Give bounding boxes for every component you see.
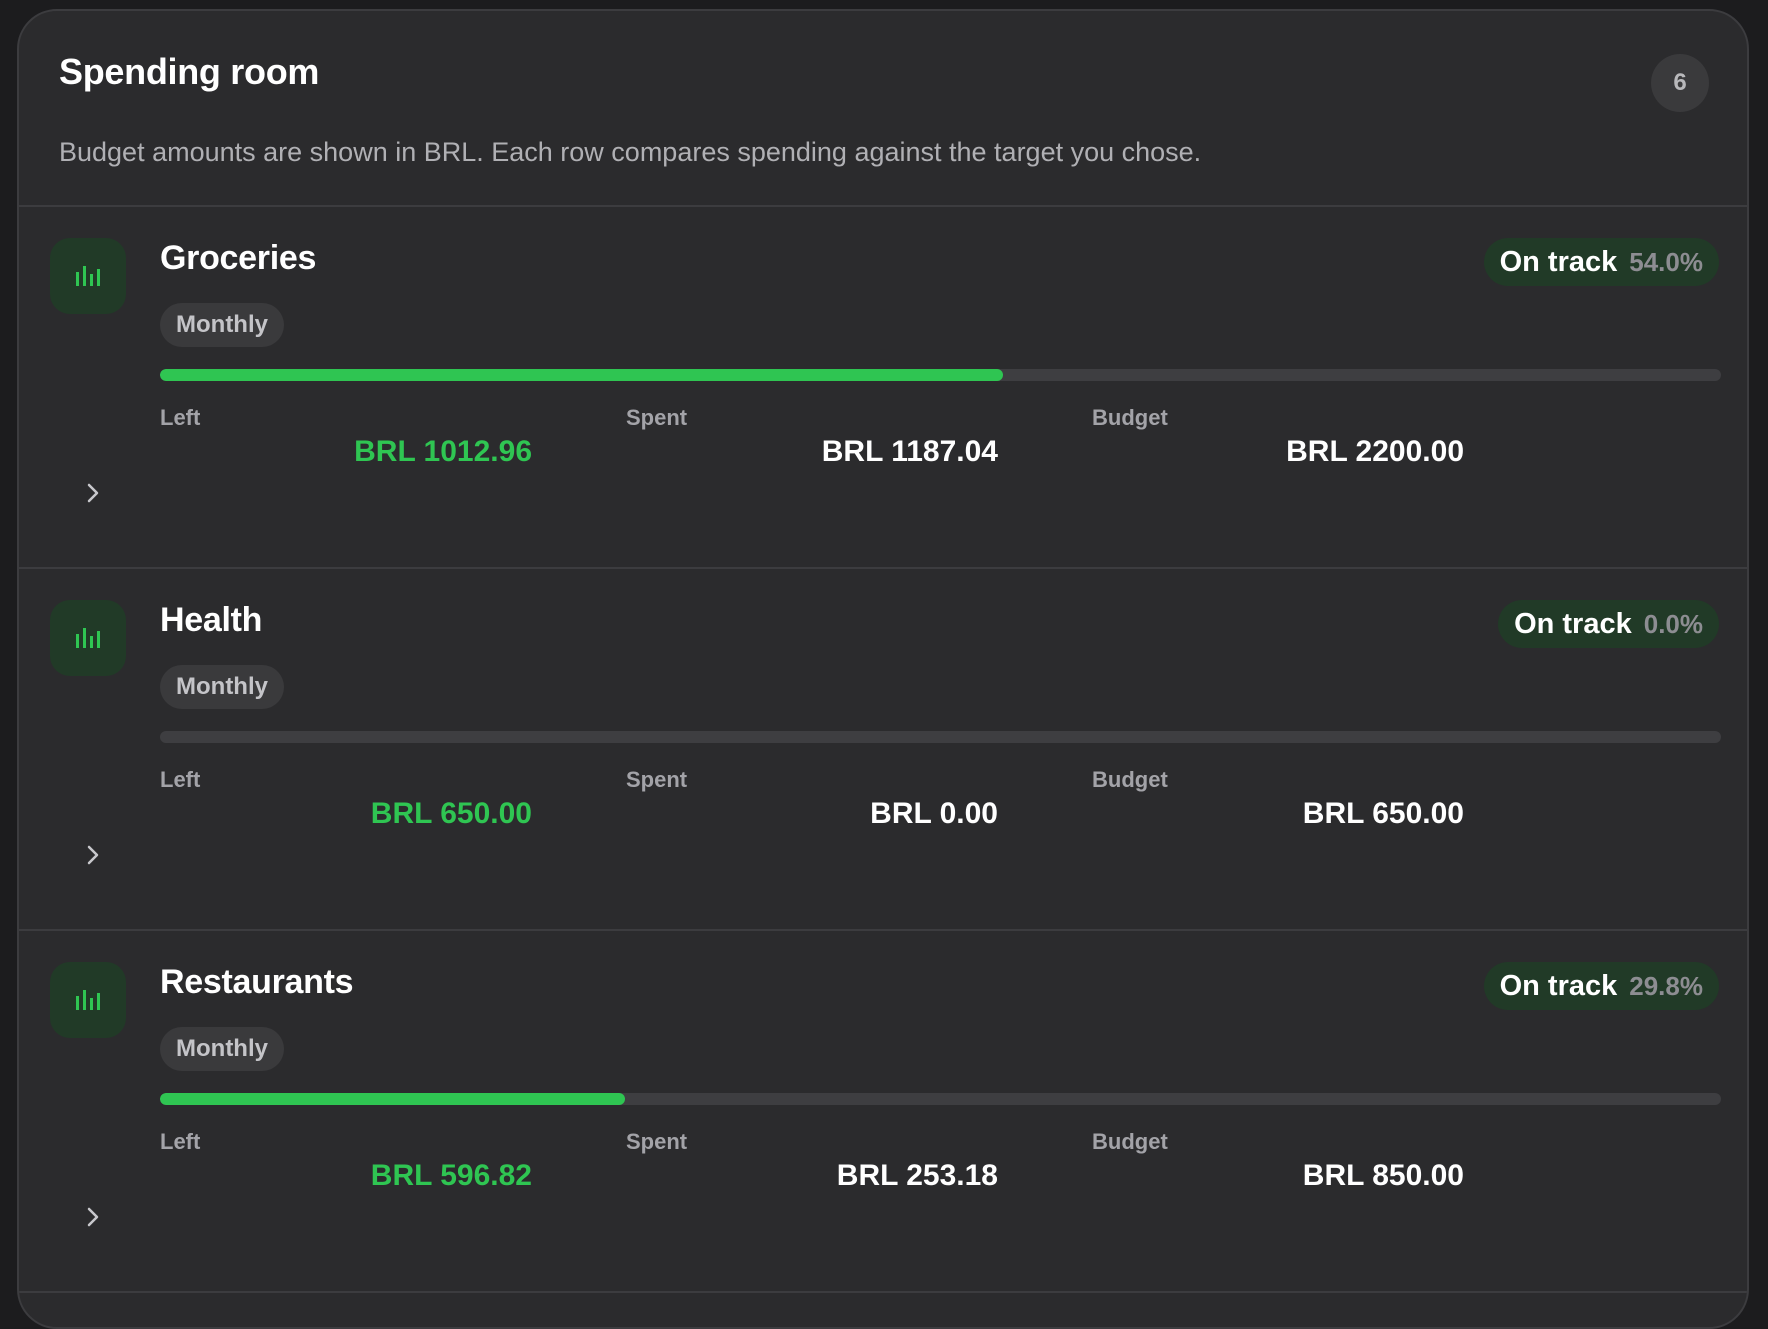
status-label: On track: [1499, 245, 1618, 278]
left-label: Left: [160, 767, 201, 792]
period-pill: Monthly: [160, 303, 284, 347]
status-badge: On track 29.8%: [1483, 962, 1719, 1010]
progress-fill: [160, 369, 1003, 381]
budget-name: Groceries: [160, 239, 317, 277]
left-value: BRL 1012.96: [354, 435, 532, 468]
progress-bar: [160, 731, 1721, 743]
spent-label: Spent: [626, 767, 688, 792]
budget-name: Health: [160, 601, 263, 639]
spent-value: BRL 253.18: [836, 1159, 998, 1192]
card-title: Spending room: [59, 51, 320, 92]
card-subtitle: Budget amounts are shown in BRL. Each ro…: [59, 137, 1202, 167]
left-value: BRL 596.82: [370, 1159, 532, 1192]
bar-chart-icon: [50, 962, 126, 1038]
card-header: Spending room 6 Budget amounts are shown…: [19, 11, 1747, 207]
progress-fill: [160, 1093, 626, 1105]
budget-value: BRL 2200.00: [1286, 435, 1464, 468]
budget-row-restaurants: Restaurants Monthly On track 29.8% Left …: [19, 931, 1747, 1293]
budget-name: Restaurants: [160, 963, 354, 1001]
left-label: Left: [160, 1129, 201, 1154]
budget-label: Budget: [1092, 767, 1168, 792]
bar-chart-icon: [50, 600, 126, 676]
budget-count-badge: 6: [1651, 54, 1709, 112]
status-badge: On track 0.0%: [1498, 600, 1719, 648]
chevron-right-icon[interactable]: [75, 475, 111, 511]
budget-row-groceries: Groceries Monthly On track 54.0% Left BR…: [19, 207, 1747, 569]
chevron-right-icon[interactable]: [75, 1199, 111, 1235]
period-pill: Monthly: [160, 665, 284, 709]
spent-label: Spent: [626, 405, 688, 430]
budget-row-health: Health Monthly On track 0.0% Left BRL 65…: [19, 569, 1747, 931]
left-value: BRL 650.00: [370, 797, 532, 830]
status-percent: 29.8%: [1629, 970, 1703, 1001]
spent-label: Spent: [626, 1129, 688, 1154]
chevron-right-icon[interactable]: [75, 837, 111, 873]
status-percent: 0.0%: [1643, 608, 1703, 639]
progress-bar: [160, 369, 1721, 381]
spending-room-card: Spending room 6 Budget amounts are shown…: [17, 9, 1749, 1329]
progress-bar: [160, 1093, 1721, 1105]
bar-chart-icon: [50, 238, 126, 314]
left-label: Left: [160, 405, 201, 430]
spent-value: BRL 0.00: [870, 797, 998, 830]
status-badge: On track 54.0%: [1483, 238, 1719, 286]
status-label: On track: [1514, 607, 1632, 640]
period-pill: Monthly: [160, 1027, 284, 1071]
status-label: On track: [1499, 969, 1618, 1002]
spent-value: BRL 1187.04: [821, 435, 998, 468]
budget-label: Budget: [1092, 405, 1168, 430]
budget-value: BRL 850.00: [1302, 1159, 1464, 1192]
status-percent: 54.0%: [1629, 246, 1703, 277]
budget-value: BRL 650.00: [1302, 797, 1464, 830]
budget-label: Budget: [1092, 1129, 1168, 1154]
